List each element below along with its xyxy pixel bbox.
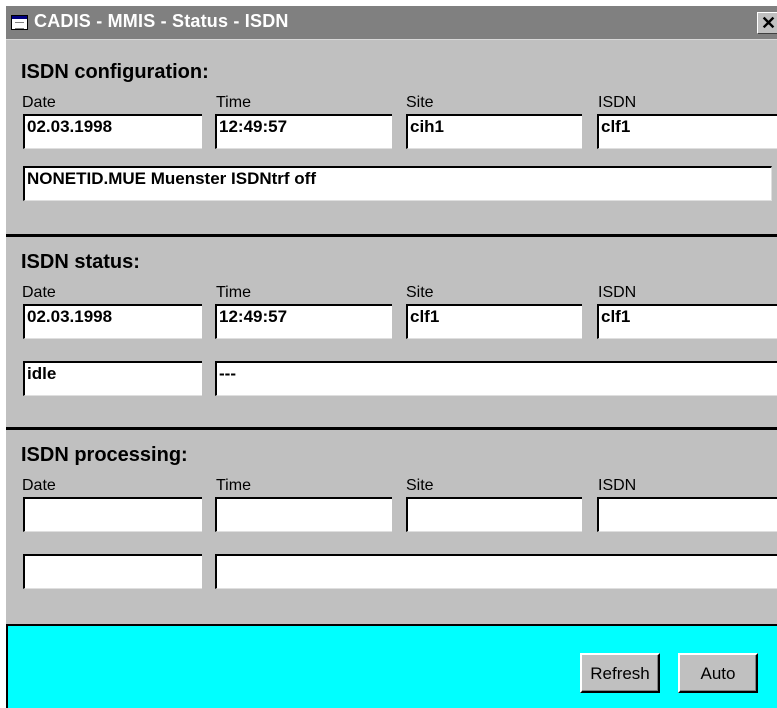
status-state-field[interactable]: idle [23,361,202,396]
processing-site-field[interactable] [406,497,582,532]
close-icon[interactable]: ✕ [757,12,777,34]
configuration-description-field[interactable]: NONETID.MUE Muenster ISDNtrf off [23,166,772,201]
processing-detail-field[interactable] [215,554,777,589]
status-time-field[interactable]: 12:49:57 [215,304,392,339]
configuration-isdn-label: ISDN [598,94,637,111]
configuration-section: ISDN configuration: Date Time Site ISDN … [6,40,777,234]
status-site-label: Site [406,284,434,301]
status-section: ISDN status: Date Time Site ISDN 02.03.1… [6,237,777,427]
configuration-date-field[interactable]: 02.03.1998 [23,114,202,149]
processing-date-label: Date [22,477,56,494]
processing-state-field[interactable] [23,554,202,589]
refresh-button[interactable]: Refresh [580,653,660,693]
status-date-field[interactable]: 02.03.1998 [23,304,202,339]
processing-date-field[interactable] [23,497,202,532]
auto-button[interactable]: Auto [678,653,758,693]
status-title: ISDN status: [21,251,140,273]
configuration-date-label: Date [22,94,56,111]
isdn-status-window: CADIS - MMIS - Status - ISDN ✕ ISDN conf… [5,5,777,708]
configuration-site-label: Site [406,94,434,111]
window-title: CADIS - MMIS - Status - ISDN [34,11,289,31]
status-time-label: Time [216,284,251,301]
processing-time-field[interactable] [215,497,392,532]
configuration-isdn-field[interactable]: clf1 [597,114,777,149]
processing-time-label: Time [216,477,251,494]
configuration-time-field[interactable]: 12:49:57 [215,114,392,149]
processing-title: ISDN processing: [21,444,188,466]
processing-isdn-field[interactable] [597,497,777,532]
configuration-time-label: Time [216,94,251,111]
status-isdn-label: ISDN [598,284,637,301]
configuration-title: ISDN configuration: [21,61,209,83]
title-bar[interactable]: CADIS - MMIS - Status - ISDN ✕ [6,6,777,40]
button-bar: Refresh Auto [6,624,777,708]
app-window-icon[interactable] [11,15,28,30]
processing-isdn-label: ISDN [598,477,637,494]
status-isdn-field[interactable]: clf1 [597,304,777,339]
configuration-site-field[interactable]: cih1 [406,114,582,149]
status-date-label: Date [22,284,56,301]
status-detail-field[interactable]: --- [215,361,777,396]
processing-section: ISDN processing: Date Time Site ISDN [6,430,777,624]
status-site-field[interactable]: clf1 [406,304,582,339]
processing-site-label: Site [406,477,434,494]
